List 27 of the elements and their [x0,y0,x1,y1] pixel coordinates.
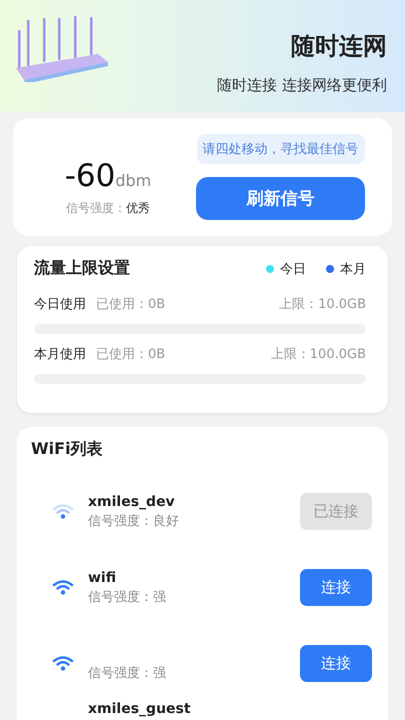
app-title: 随时连网 [291,31,387,62]
signal-unit: dbm [115,170,152,190]
section-title: WiFi列表 [31,439,104,460]
connected-button[interactable]: 已连接 [300,492,372,530]
wifi-name: xmiles_dev [88,494,176,510]
usage-label: 本月使用 [34,346,86,363]
strength-label: 信号强度： [66,200,126,216]
tip-label: 请四处移动，寻找最佳信号 [196,134,364,164]
signal-strength: 信号强度：强 [88,589,167,606]
card-title: 流量上限设置 [34,258,130,279]
usage-label: 今日使用 [34,296,86,313]
wifi-name: wifi [88,570,118,586]
limit-amount: 上限：100.0GB [270,346,366,363]
signal-value: -60 [64,158,116,194]
strength-value: 优秀 [126,200,150,216]
used-amount: 已使用：0B [96,346,166,363]
used-amount: 已使用：0B [96,296,166,313]
limit-amount: 上限：10.0GB [279,296,366,313]
signal-strength: 信号强度：强 [88,665,167,682]
connect-button[interactable]: 连接 [300,568,372,606]
refresh-button[interactable]: 刷新信号 [196,177,365,220]
legend-label: 本月 [340,260,366,278]
legend-label: 今日 [280,260,306,278]
app-subtitle: 随时连接 连接网络更便利 [217,76,387,95]
connect-button[interactable]: 连接 [300,644,372,682]
wifi-name: xmiles_guest [88,701,192,717]
signal-strength: 信号强度：良好 [88,513,180,530]
